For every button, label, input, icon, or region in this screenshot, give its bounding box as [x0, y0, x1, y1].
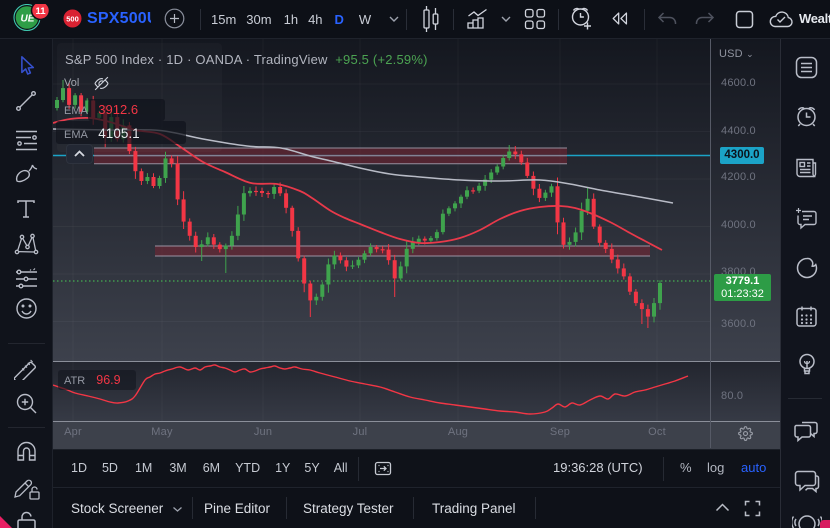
svg-text:500: 500 — [66, 15, 79, 24]
svg-text:11: 11 — [35, 6, 46, 17]
